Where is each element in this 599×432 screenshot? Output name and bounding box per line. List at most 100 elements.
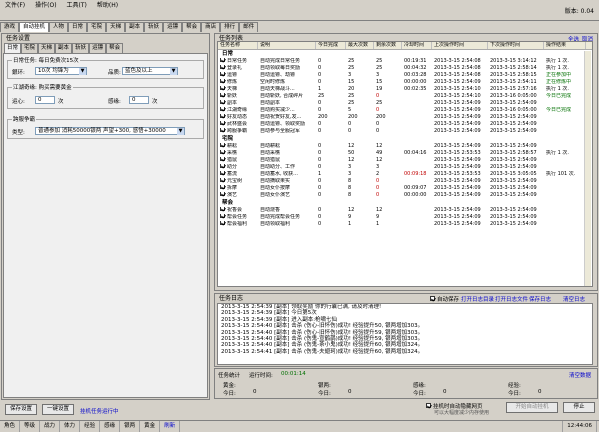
row-checkbox[interactable] [220, 114, 225, 118]
quality-select[interactable]: 蓝色及以上 ▼ [122, 67, 178, 75]
column-header[interactable]: 下次操作时间 [488, 42, 544, 49]
bot-status-link[interactable]: 挂机任务运行中 [80, 407, 119, 415]
tab-mail[interactable]: 邮件 [239, 22, 259, 32]
open-log-dir-link[interactable]: 打开日志目录 [461, 295, 494, 303]
column-header[interactable]: 操作结果 [544, 42, 586, 49]
subtab-dungeon[interactable]: 副本 [55, 43, 73, 53]
row-checkbox[interactable] [220, 93, 225, 97]
feel-input[interactable]: 0 [129, 96, 149, 104]
table-row[interactable]: 江湖奇缘 自动购买减少... 0 5 0 2013-3-15 2:54:09 2013-3-… [218, 107, 592, 114]
tab-autobot[interactable]: 自动挂机 [19, 22, 50, 32]
clear-log-link[interactable]: 清空日志 [563, 295, 585, 303]
subtab-daily[interactable]: 日常 [4, 43, 22, 53]
auto-save-checkbox[interactable]: 自动保存 [430, 295, 459, 303]
tab-rank[interactable]: 排行 [220, 22, 240, 32]
log-text-area[interactable]: 2013-3-15 2:54:39 [副本] 领取奖励 你的行囊已满, 请及时清… [217, 303, 593, 365]
tab-demon[interactable]: 斩妖 [144, 22, 164, 32]
cell-done: 0 [318, 100, 322, 106]
stop-button[interactable]: 停止 [563, 402, 595, 413]
table-row[interactable]: 天梯 自动天梯战斗... 1 20 19 00:02:35 2013-3-15 2:54:1… [218, 86, 592, 93]
table-scrollbar[interactable] [584, 51, 591, 286]
save-settings-button[interactable]: 保存设置 [5, 404, 37, 415]
row-checkbox[interactable] [220, 121, 225, 125]
cell-max: 8 [348, 185, 352, 191]
tab-character[interactable]: 人物 [49, 22, 69, 32]
column-header[interactable]: 上次操作时间 [432, 42, 488, 49]
cell-last: 2013-3-15 2:54:09 [434, 121, 481, 127]
open-log-file-link[interactable]: 打开日志文件 [495, 295, 528, 303]
table-row[interactable]: 副本 自动副本 0 25 25 2013-3-15 2:54:09 2013-3-15 2:… [218, 100, 592, 107]
tab-daily[interactable]: 日常 [68, 22, 88, 32]
row-checkbox[interactable] [220, 164, 225, 168]
row-checkbox[interactable] [220, 207, 225, 211]
column-header[interactable]: 冷却时间 [402, 42, 432, 49]
table-row[interactable]: 帮会福利 自动领取福利 0 1 1 2013-3-15 2:54:09 2013-3-15 … [218, 221, 592, 228]
table-row[interactable]: 拆摩 自动女仆按摩 0 8 0 00:09:07 2013-3-15 2:54:09 2013… [218, 185, 592, 192]
menu-tools[interactable]: 工具(T) [62, 0, 92, 11]
table-row[interactable]: 助分 自动助分、工作 0 3 3 2013-3-15 2:54:09 2013-3-15 2… [218, 164, 592, 171]
column-header[interactable]: 说明 [258, 42, 316, 49]
row-checkbox[interactable] [220, 65, 225, 69]
tab-ladder[interactable]: 天梯 [106, 22, 126, 32]
table-row[interactable]: 采樵 自动采樵 0 50 49 00:04:16 2013-3-15 2:53:53 2013… [218, 150, 592, 157]
tab-game[interactable]: 游戏 [0, 22, 20, 32]
table-row[interactable]: 帮会任务 自动完成帮会任务 0 9 9 2013-3-15 2:54:09 2013-3-1… [218, 214, 592, 221]
row-checkbox[interactable] [220, 128, 225, 132]
save-log-link[interactable]: 保存日志 [529, 295, 551, 303]
column-header[interactable]: 最大次数 [346, 42, 374, 49]
row-checkbox[interactable] [220, 58, 225, 62]
row-checkbox[interactable] [220, 79, 225, 83]
refresh-link[interactable]: 刷新 [160, 421, 181, 432]
table-row[interactable]: 祝香会 自动烧香 0 12 12 2013-3-15 2:54:09 2013-3-15 2… [218, 207, 592, 214]
clear-stats-link[interactable]: 清空数据 [569, 371, 591, 379]
table-row[interactable]: 修炼 空闲时修炼 0 15 15 00:00:00 2013-3-15 2:54:09 201… [218, 79, 592, 86]
row-checkbox[interactable] [220, 171, 225, 175]
table-row[interactable]: 武林盛会 自动运镖、领取奖励 0 0 0 2013-3-15 2:54:09 2013-3-… [218, 121, 592, 128]
table-row[interactable]: 斩妖 自动斩妖, 合成碎片 25 25 0 2013-3-15 2:54:10 2013-3… [218, 93, 592, 100]
row-checkbox[interactable] [220, 214, 225, 218]
start-autobot-button[interactable]: 开始自动挂机 [506, 402, 558, 413]
table-row[interactable]: 元宝树 自动摘取果实 0 8 0 2013-3-15 2:54:09 2013-3-15 2… [218, 178, 592, 185]
row-checkbox[interactable] [220, 150, 225, 154]
row-checkbox[interactable] [220, 100, 225, 104]
row-checkbox[interactable] [220, 107, 225, 111]
table-row[interactable]: 日常任务 自动完成日常任务 0 25 25 00:19:31 2013-3-15 2:54:… [218, 58, 592, 65]
menu-file[interactable]: 文件(F) [0, 0, 30, 11]
column-header[interactable]: 今日完成 [316, 42, 346, 49]
row-checkbox[interactable] [220, 185, 225, 189]
column-header[interactable]: 任务名称 [218, 42, 258, 49]
row-checkbox[interactable] [220, 86, 225, 90]
row-checkbox[interactable] [220, 221, 225, 225]
table-row[interactable]: 耕耘 自动耕耘 0 12 12 2013-3-15 2:54:09 2013-3-15 2:… [218, 143, 592, 150]
table-row[interactable]: 演艺 自动女仆演艺 0 8 0 00:00:00 2013-3-15 2:54:09 2013… [218, 192, 592, 199]
menu-operate[interactable]: 操作(O) [30, 0, 61, 11]
cell-next: 2013-3-16 0:05:00 [490, 93, 537, 99]
tab-shop[interactable]: 商店 [201, 22, 221, 32]
table-row[interactable]: 好友动态 自动祝贺好友,发... 200 200 200 2013-3-15 2:54:0… [218, 114, 592, 121]
tab-escort[interactable]: 运镖 [163, 22, 183, 32]
ring-select[interactable]: 10次 均锋为 ▼ [35, 67, 87, 75]
table-row[interactable]: 运镖 自动运镖、劫镖 0 3 3 00:03:28 2013-3-15 2:54:08 201… [218, 72, 592, 79]
tab-guild[interactable]: 帮会 [182, 22, 202, 32]
row-checkbox[interactable] [220, 72, 225, 76]
subtab-demon[interactable]: 斩妖 [72, 43, 90, 53]
row-checkbox[interactable] [220, 178, 225, 182]
subtab-house[interactable]: 宅院 [21, 43, 39, 53]
oneclick-settings-button[interactable]: 一键设置 [42, 404, 74, 415]
luck-input[interactable]: 0 [35, 96, 55, 104]
tab-house[interactable]: 宅院 [87, 22, 107, 32]
row-checkbox[interactable] [220, 157, 225, 161]
subtab-guild[interactable]: 帮会 [106, 43, 124, 53]
table-row[interactable]: 登录礼 自动领取每日奖励 0 25 25 00:04:32 2013-3-15 2:54:0… [218, 65, 592, 72]
column-header[interactable]: 剩余次数 [374, 42, 402, 49]
menu-help[interactable]: 帮助(H) [92, 0, 123, 11]
subtab-ladder[interactable]: 天梯 [38, 43, 56, 53]
type-select[interactable]: 普通参加 消耗50000银两 声望+300, 感悟+30000 ▼ [35, 127, 185, 135]
table-row[interactable]: 蓄流 自动蓄水, 收获... 1 3 2 00:09:18 2013-3-15 2:53:5… [218, 171, 592, 178]
tab-dungeon[interactable]: 副本 [125, 22, 145, 32]
subtab-escort[interactable]: 运镖 [89, 43, 107, 53]
table-row[interactable]: 猎鼠 自动猎鼠 0 12 12 2013-3-15 2:54:09 2013-3-15 2:… [218, 157, 592, 164]
table-row[interactable]: 跨服争霸 自动参与全服冠军 0 0 0 2013-3-15 2:54:09 2013-3-1… [218, 128, 592, 135]
row-checkbox[interactable] [220, 143, 225, 147]
row-checkbox[interactable] [220, 192, 225, 196]
